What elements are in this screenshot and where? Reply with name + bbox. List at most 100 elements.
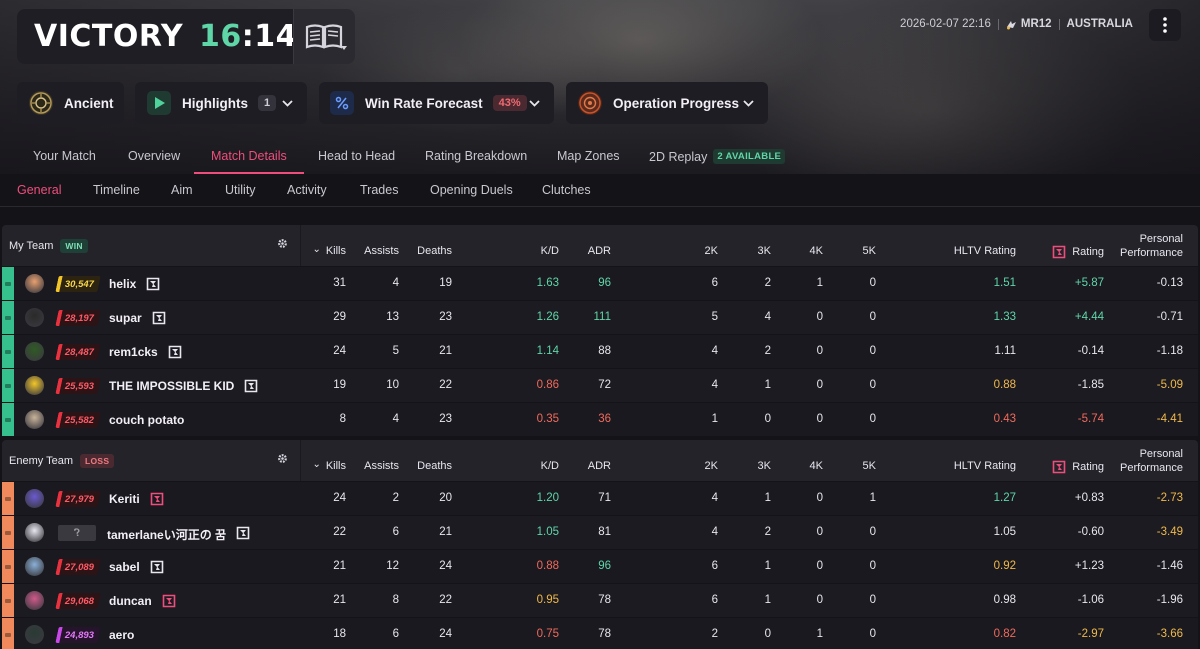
- column-header-rating[interactable]: Rating: [1052, 245, 1104, 259]
- stat-kd: 1.20: [536, 492, 559, 504]
- player-name[interactable]: aero: [109, 628, 134, 642]
- subtab-activity[interactable]: Activity: [287, 183, 327, 197]
- subtab-utility[interactable]: Utility: [225, 183, 256, 197]
- player-row[interactable]: 27,089 sabel 21 12 24 0.88 96 6 1 0 0 0.92 +1.23 -1.4…: [2, 549, 1198, 583]
- player-name[interactable]: Keriti: [109, 492, 140, 506]
- stat-kills: 24: [333, 492, 346, 504]
- player-row[interactable]: 28,487 rem1cks 24 5 21 1.14 88 4 2 0 0 1.11 -0.14 -1.…: [2, 334, 1198, 368]
- avatar[interactable]: [25, 274, 44, 293]
- win-rate-forecast-pill[interactable]: Win Rate Forecast 43%: [319, 82, 554, 124]
- stat-k2: 4: [711, 526, 718, 538]
- avatar[interactable]: [25, 308, 44, 327]
- player-row[interactable]: 27,979 Keriti 24 2 20 1.20 71 4 1 0 1 1.27 +0.83 -2.7…: [2, 481, 1198, 515]
- column-header-k3[interactable]: 3K: [758, 245, 771, 257]
- avatar[interactable]: [25, 523, 44, 542]
- player-name[interactable]: duncan: [109, 594, 152, 608]
- column-header-kills[interactable]: ⌄ Kills: [312, 243, 346, 258]
- column-header-deaths[interactable]: Deaths: [417, 245, 452, 257]
- player-row[interactable]: 25,593 THE IMPOSSIBLE KID 19 10 22 0.86 72 4 1 0 0…: [2, 368, 1198, 402]
- player-name[interactable]: rem1cks: [109, 345, 158, 359]
- elo-badge: 28,487: [55, 344, 101, 360]
- player-name[interactable]: sabel: [109, 560, 140, 574]
- column-header-kd[interactable]: K/D: [541, 245, 559, 257]
- player-name[interactable]: supar: [109, 311, 142, 325]
- match-header: VICTORY 16 : 14 2026-02-07 22:16 MR12 AU…: [0, 0, 1200, 174]
- gear-icon[interactable]: [277, 238, 288, 249]
- player-row[interactable]: ? tamerlaneい河正の 꿈 22 6 21 1.05 81 4 2 0 0 1.05 -0.60…: [2, 515, 1198, 549]
- faceit-profile-icon[interactable]: [152, 311, 166, 325]
- subtab-timeline[interactable]: Timeline: [93, 183, 140, 197]
- subtab-general[interactable]: General: [17, 183, 61, 197]
- tab-rating-breakdown[interactable]: Rating Breakdown: [425, 142, 527, 174]
- column-header-rating[interactable]: Rating: [1052, 460, 1104, 474]
- faceit-profile-icon[interactable]: [150, 492, 164, 506]
- stat-assists: 2: [392, 492, 399, 504]
- operation-progress-pill[interactable]: Operation Progress: [566, 82, 768, 124]
- player-row[interactable]: 24,893 aero 18 6 24 0.75 78 2 0 1 0 0.82 -2.97 -3.66: [2, 617, 1198, 649]
- column-header-personal-performance[interactable]: Personal Performance: [1120, 447, 1183, 475]
- column-header-assists[interactable]: Assists: [364, 460, 399, 472]
- stat-rating: +0.83: [1074, 492, 1104, 504]
- faceit-profile-icon[interactable]: [236, 526, 250, 540]
- column-header-kills[interactable]: ⌄ Kills: [312, 459, 346, 473]
- column-label: 5K: [862, 460, 876, 472]
- subtab-trades[interactable]: Trades: [360, 183, 398, 197]
- more-menu-button[interactable]: [1149, 9, 1181, 41]
- subtab-aim[interactable]: Aim: [171, 183, 193, 197]
- avatar[interactable]: [25, 557, 44, 576]
- player-name[interactable]: helix: [109, 277, 136, 291]
- column-header-adr[interactable]: ADR: [588, 245, 611, 257]
- player-name[interactable]: tamerlaneい河正の 꿈: [107, 526, 226, 543]
- tab-your-match[interactable]: Your Match: [33, 142, 96, 174]
- avatar[interactable]: [25, 342, 44, 361]
- avatar[interactable]: [25, 376, 44, 395]
- faceit-profile-icon[interactable]: [168, 345, 182, 359]
- team-name: My Team: [9, 239, 54, 252]
- player-name[interactable]: THE IMPOSSIBLE KID: [109, 379, 234, 393]
- stat-k2: 1: [711, 413, 718, 425]
- tab-match-details[interactable]: Match Details: [194, 142, 304, 174]
- avatar[interactable]: [25, 410, 44, 429]
- column-header-kd[interactable]: K/D: [541, 460, 559, 472]
- player-row[interactable]: 30,547 helix 31 4 19 1.63 96 6 2 1 0 1.51 +5.87 -0.13: [2, 266, 1198, 300]
- highlights-pill[interactable]: Highlights 1: [135, 82, 307, 124]
- avatar[interactable]: [25, 591, 44, 610]
- guide-book-button[interactable]: [293, 9, 355, 64]
- faceit-profile-icon[interactable]: [162, 594, 176, 608]
- player-row[interactable]: 25,582 couch potato 8 4 23 0.35 36 1 0 0 0 0.43 -5.7…: [2, 402, 1198, 436]
- faceit-profile-icon[interactable]: [150, 560, 164, 574]
- column-header-k5[interactable]: 5K: [863, 245, 876, 257]
- player-row[interactable]: 28,197 supar 29 13 23 1.26 111 5 4 0 0 1.33 +4.44 -0.…: [2, 300, 1198, 334]
- map-pill[interactable]: Ancient: [17, 82, 124, 124]
- avatar[interactable]: [25, 489, 44, 508]
- column-header-k4[interactable]: 4K: [810, 245, 823, 257]
- replay-available-badge: 2 AVAILABLE: [713, 149, 786, 164]
- meta-divider: [1058, 18, 1060, 30]
- subtab-clutches[interactable]: Clutches: [542, 183, 591, 197]
- column-header-personal-performance[interactable]: Personal Performance: [1120, 232, 1183, 260]
- sort-desc-icon: ⌄: [312, 243, 321, 255]
- tab-head-to-head[interactable]: Head to Head: [318, 142, 395, 174]
- subtab-opening-duels[interactable]: Opening Duels: [430, 183, 513, 197]
- player-row[interactable]: 29,068 duncan 21 8 22 0.95 78 6 1 0 0 0.98 -1.06 -1.9…: [2, 583, 1198, 617]
- faceit-profile-icon[interactable]: [244, 379, 258, 393]
- column-header-k2[interactable]: 2K: [705, 460, 718, 472]
- column-header-k4[interactable]: 4K: [810, 460, 823, 472]
- column-header-hltv[interactable]: HLTV Rating: [954, 460, 1016, 472]
- tab-overview[interactable]: Overview: [128, 142, 180, 174]
- column-header-deaths[interactable]: Deaths: [417, 460, 452, 472]
- faceit-profile-icon[interactable]: [146, 277, 160, 291]
- gear-icon[interactable]: [277, 453, 288, 464]
- column-label: Assists: [364, 460, 399, 472]
- column-header-k2[interactable]: 2K: [705, 245, 718, 257]
- column-header-adr[interactable]: ADR: [588, 460, 611, 472]
- tab-map-zones[interactable]: Map Zones: [557, 142, 620, 174]
- tab-2d-replay[interactable]: 2D Replay 2 AVAILABLE: [649, 142, 786, 164]
- player-name[interactable]: couch potato: [109, 413, 184, 427]
- column-header-hltv[interactable]: HLTV Rating: [954, 245, 1016, 257]
- avatar[interactable]: [25, 625, 44, 644]
- column-header-k5[interactable]: 5K: [863, 460, 876, 472]
- column-header-assists[interactable]: Assists: [364, 245, 399, 257]
- stat-k5: 0: [869, 413, 876, 425]
- column-header-k3[interactable]: 3K: [758, 460, 771, 472]
